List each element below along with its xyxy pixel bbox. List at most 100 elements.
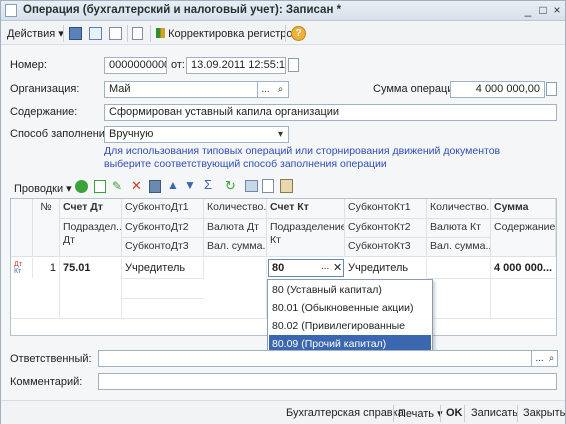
- close-button[interactable]: ×: [550, 3, 564, 17]
- dropdown-item[interactable]: 80 (Уставный капитал): [269, 281, 431, 299]
- comment-label: Комментарий:: [10, 376, 83, 388]
- header-valsum-dt[interactable]: Вал. сумма...: [204, 238, 267, 257]
- add-icon[interactable]: [75, 180, 88, 193]
- separator: [150, 25, 151, 42]
- header-currency-kt[interactable]: Валюта Кт: [427, 219, 491, 238]
- calendar-icon[interactable]: [288, 58, 299, 72]
- organization-open-icon[interactable]: ⌕: [273, 81, 289, 98]
- header-division-dt-line2: Дт: [63, 234, 75, 246]
- save-button[interactable]: Записать: [471, 407, 518, 419]
- actions-menu[interactable]: Действия ▾: [7, 26, 64, 42]
- actions-label: Действия: [7, 28, 56, 40]
- registers-icon: [156, 28, 165, 38]
- calculator-icon[interactable]: [546, 82, 557, 96]
- responsible-field[interactable]: [98, 350, 532, 367]
- separator: [127, 25, 128, 42]
- comment-field[interactable]: [98, 373, 557, 390]
- separator: [440, 405, 441, 422]
- correction-button[interactable]: Корректировка регистров: [156, 26, 298, 42]
- separator: [517, 405, 518, 422]
- postings-menu[interactable]: Проводки ▾: [14, 182, 72, 195]
- header-credit[interactable]: Счет Кт: [267, 199, 345, 219]
- header-division-kt[interactable]: Подразделение Кт: [267, 219, 345, 257]
- minimize-button[interactable]: _: [521, 3, 535, 17]
- header-division-dt[interactable]: Подраздел... Дт: [60, 219, 122, 257]
- row-debit[interactable]: 75.01: [60, 258, 122, 318]
- sum-field[interactable]: 4 000 000,00: [450, 81, 545, 98]
- header-currency-dt[interactable]: Валюта Дт: [204, 219, 267, 238]
- document-window: Операция (бухгалтерский и налоговый учет…: [0, 0, 566, 424]
- content-field[interactable]: Сформирован уставный капила организации: [104, 104, 557, 121]
- divider: [427, 278, 556, 279]
- accounting-report-button[interactable]: Бухгалтерская справка: [286, 407, 404, 419]
- header-num[interactable]: №: [33, 199, 60, 257]
- header-qty-dt[interactable]: Количество...: [204, 199, 267, 219]
- row-qty-kt[interactable]: [427, 258, 491, 318]
- header-sum[interactable]: Сумма: [491, 199, 556, 219]
- header-subkonto-kt3[interactable]: СубконтоКт3: [345, 238, 427, 257]
- command-bar: Бухгалтерская справка Печать ▾ OK Записа…: [1, 400, 565, 424]
- template-icon[interactable]: [245, 180, 258, 192]
- responsible-label: Ответственный:: [10, 353, 92, 365]
- header-subkonto-kt2[interactable]: СубконтоКт2: [345, 219, 427, 238]
- maximize-button[interactable]: □: [536, 3, 550, 17]
- dropdown-item[interactable]: 80.01 (Обыкновенные акции): [269, 299, 431, 317]
- post-and-close-icon[interactable]: [69, 27, 82, 40]
- delete-icon[interactable]: ✕: [131, 178, 143, 193]
- organization-label: Организация:: [10, 83, 80, 95]
- divider: [122, 278, 204, 279]
- row-credit-editor[interactable]: 80 ... ✕: [268, 259, 344, 277]
- row-sum[interactable]: 4 000 000...: [491, 258, 556, 278]
- header-subkonto-dt2[interactable]: СубконтоДт2: [122, 219, 204, 238]
- fill-method-field[interactable]: Вручную: [104, 126, 274, 143]
- print-icon[interactable]: [280, 179, 293, 193]
- separator: [63, 25, 64, 42]
- number-field[interactable]: 00000000001: [104, 57, 167, 74]
- header-subkonto-dt3[interactable]: СубконтоДт3: [122, 238, 204, 257]
- sum-icon[interactable]: Σ: [204, 177, 218, 193]
- header-qty-kt[interactable]: Количество...: [427, 199, 491, 219]
- row-subkonto-kt1[interactable]: Учредитель: [345, 258, 427, 278]
- responsible-open-icon[interactable]: ⌕: [546, 350, 558, 367]
- organization-select-button[interactable]: ...: [258, 81, 274, 98]
- fill-hint-line1: Для использования типовых операций или с…: [104, 145, 501, 157]
- header-division-dt-line1: Подраздел...: [63, 221, 122, 233]
- header-division-kt-line1: Подразделение: [270, 221, 345, 233]
- credit-clear-icon[interactable]: ✕: [333, 261, 342, 274]
- toolbar: Действия ▾ Корректировка регистров ?: [1, 22, 565, 45]
- document-structure-icon[interactable]: [132, 27, 143, 40]
- fill-method-label: Способ заполнения:: [10, 128, 114, 140]
- dropdown-item[interactable]: 80.02 (Привилегированные акции): [269, 317, 431, 350]
- ok-button[interactable]: OK: [446, 407, 463, 419]
- separator: [393, 405, 394, 422]
- header-content[interactable]: Содержание: [491, 219, 556, 257]
- postings-label: Проводки: [14, 183, 64, 195]
- window-title: Операция (бухгалтерский и налоговый учет…: [23, 4, 342, 16]
- header-subkonto-kt1[interactable]: СубконтоКт1: [345, 199, 427, 219]
- row-subkonto-dt1[interactable]: Учредитель: [122, 258, 204, 278]
- header-debit[interactable]: Счет Дт: [60, 199, 122, 219]
- credit-select-button[interactable]: ...: [321, 261, 329, 272]
- edit-icon[interactable]: ✎: [112, 179, 124, 193]
- row-credit: 80: [272, 262, 285, 274]
- close-form-button[interactable]: Закрыть: [523, 407, 565, 419]
- date-field[interactable]: 13.09.2011 12:55:16: [186, 57, 286, 74]
- save-icon[interactable]: [89, 27, 102, 40]
- copy-icon[interactable]: [109, 27, 122, 40]
- print-label: Печать: [398, 408, 435, 420]
- settings-icon[interactable]: [262, 179, 274, 193]
- refresh-icon[interactable]: ↻: [225, 178, 238, 193]
- header-subkonto-dt1[interactable]: СубконтоДт1: [122, 199, 204, 219]
- fill-method-dropdown[interactable]: ▾: [273, 126, 289, 143]
- row-num[interactable]: 1: [33, 258, 60, 318]
- organization-field[interactable]: Май: [104, 81, 258, 98]
- copy-row-icon[interactable]: [94, 180, 106, 193]
- end-edit-icon[interactable]: [149, 180, 161, 193]
- row-qty-dt[interactable]: [204, 258, 267, 318]
- print-menu-button[interactable]: Печать ▾: [398, 407, 443, 420]
- help-icon[interactable]: ?: [291, 26, 306, 41]
- move-down-icon[interactable]: ▼: [184, 178, 196, 192]
- move-up-icon[interactable]: ▲: [167, 178, 179, 192]
- header-valsum-kt[interactable]: Вал. сумма...: [427, 238, 491, 257]
- account-dropdown-list[interactable]: 80 (Уставный капитал) 80.01 (Обыкновенны…: [267, 279, 433, 353]
